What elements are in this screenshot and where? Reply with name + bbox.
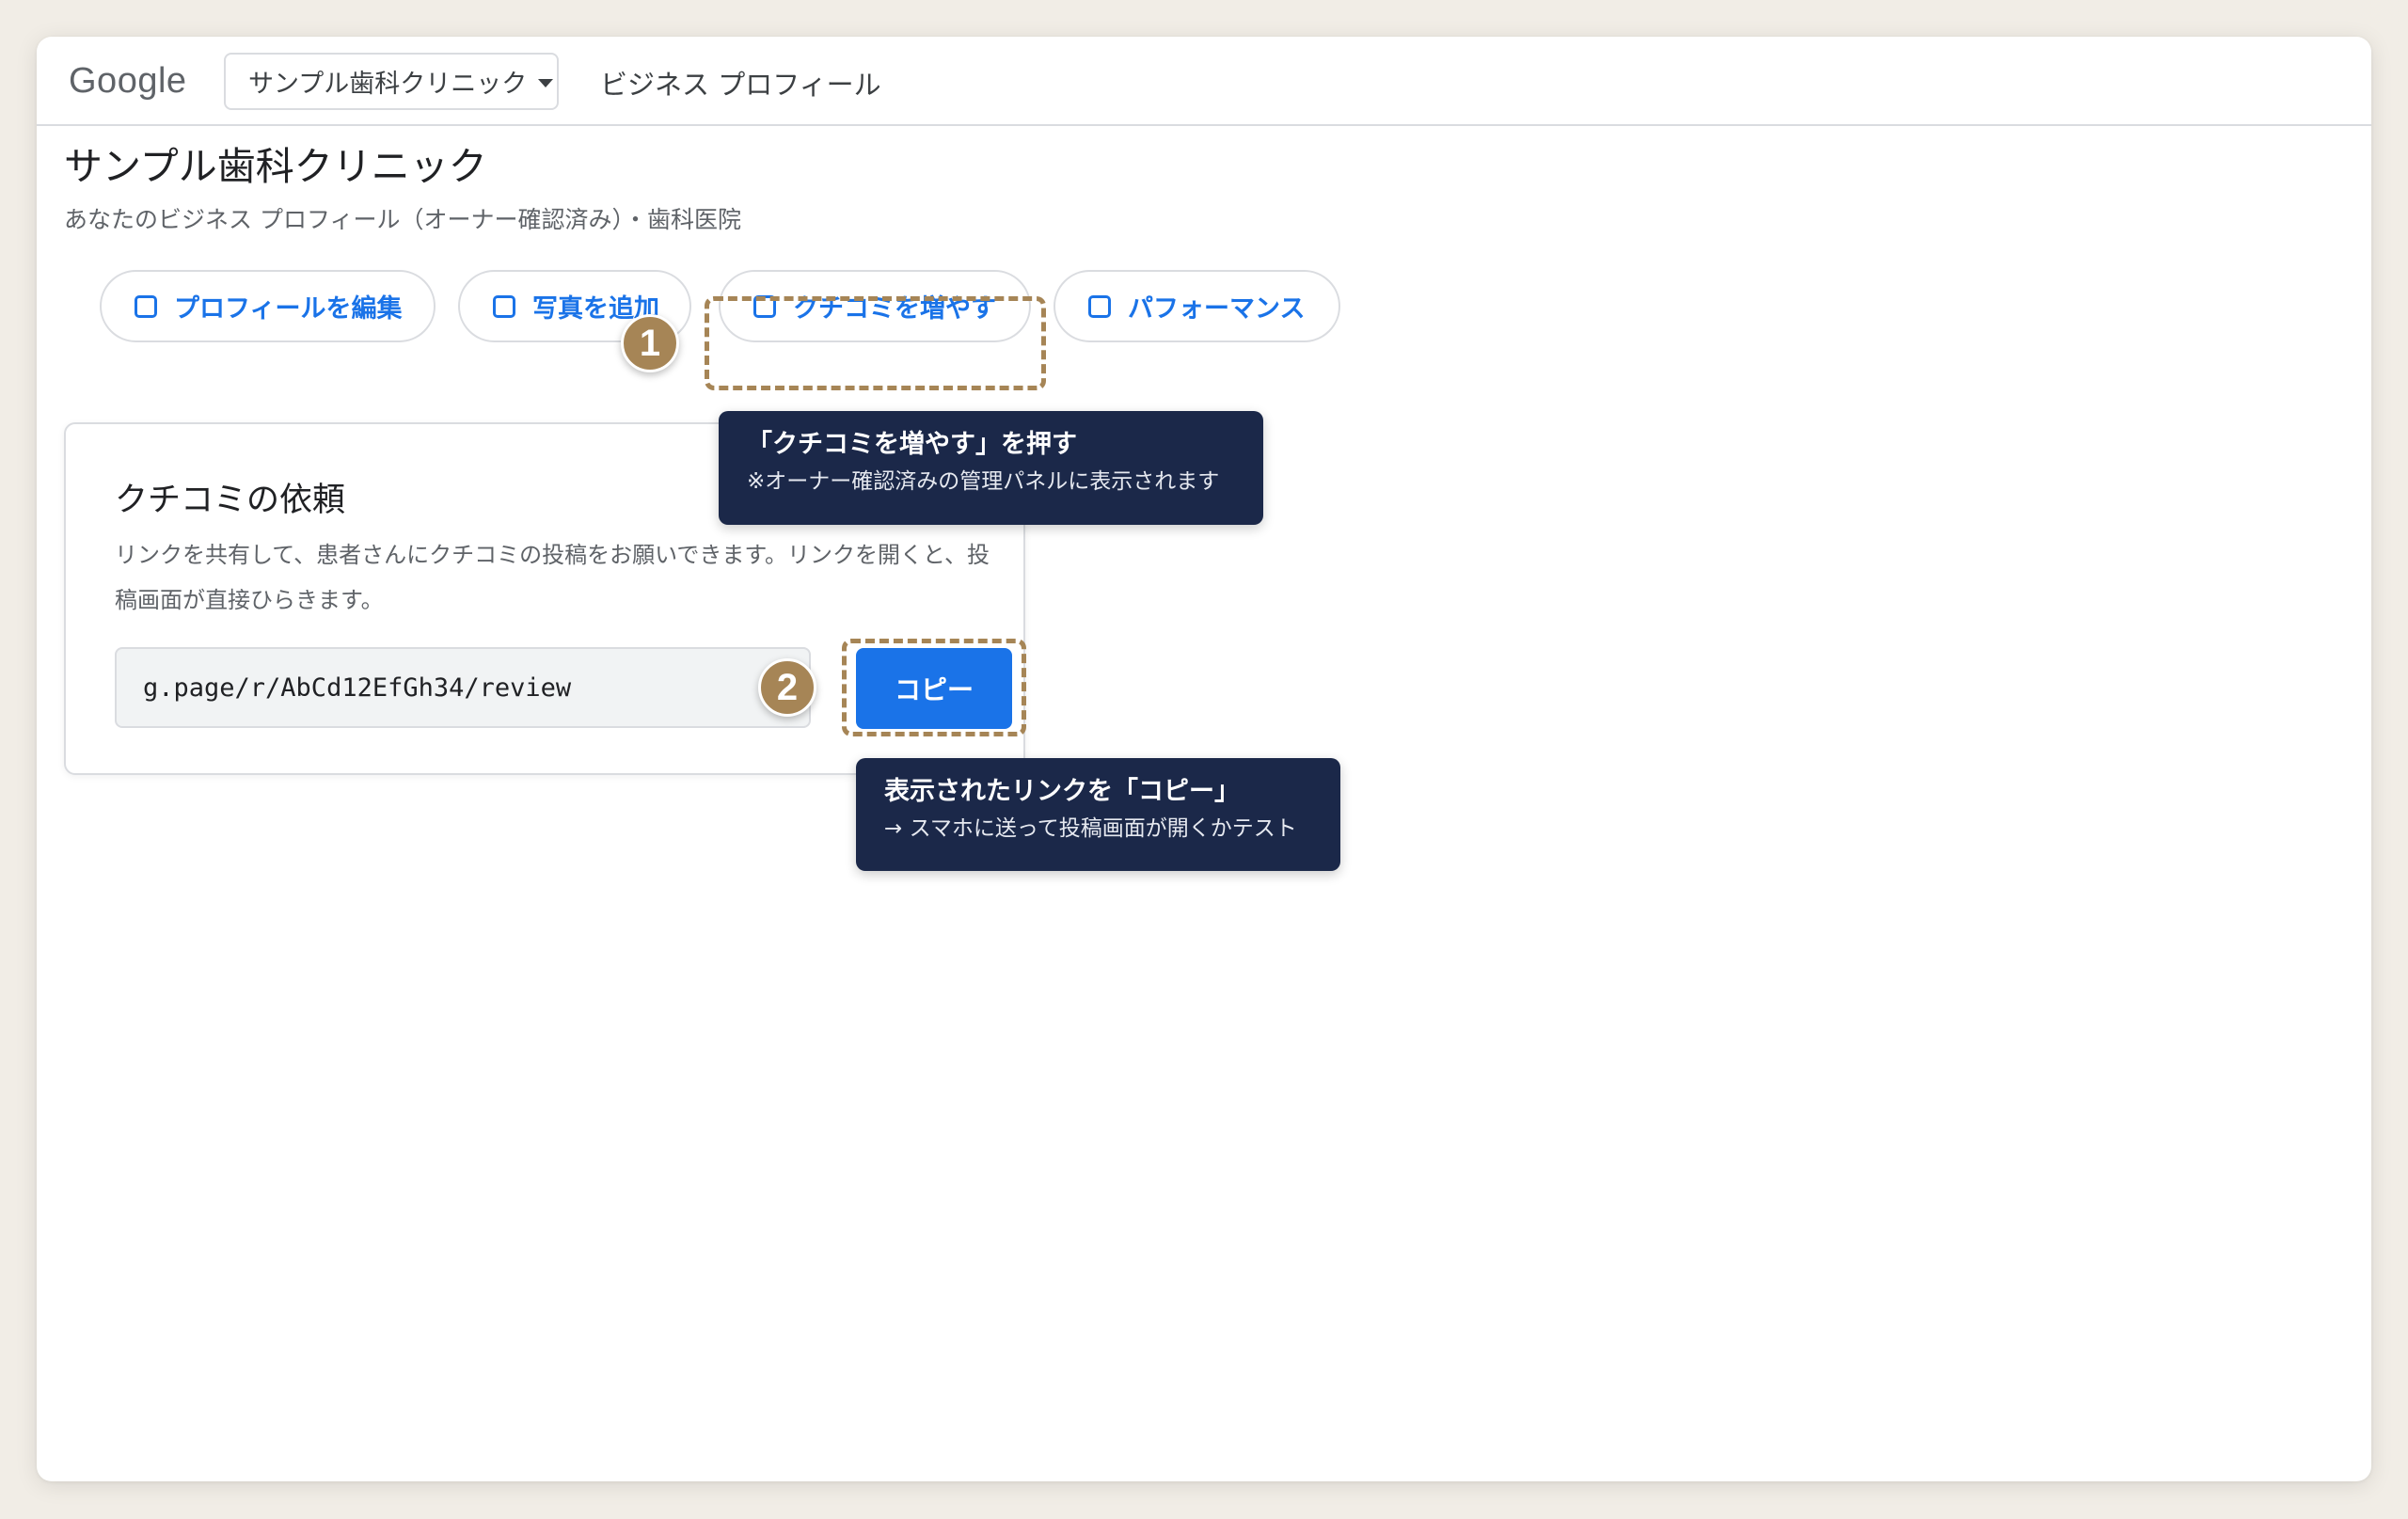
performance-label: パフォーマンス bbox=[1128, 294, 1306, 324]
google-logo: Google bbox=[69, 61, 187, 101]
get-reviews-label: クチコミを増やす bbox=[793, 294, 996, 324]
step-1-tooltip: 「クチコミを増やす」を押す ※オーナー確認済みの管理パネルに表示されます bbox=[719, 411, 1263, 525]
step-1-badge: 1 bbox=[621, 314, 679, 372]
square-outline-icon bbox=[753, 294, 776, 318]
product-name: ビジネス プロフィール bbox=[600, 69, 881, 101]
business-select-label: サンプル歯科クリニック bbox=[248, 70, 528, 99]
page-subtitle: あなたのビジネス プロフィール（オーナー確認済み）・歯科医院 bbox=[64, 206, 741, 233]
square-outline-icon bbox=[135, 294, 157, 318]
performance-button[interactable]: パフォーマンス bbox=[1054, 270, 1340, 342]
step-1-tooltip-title: 「クチコミを増やす」を押す bbox=[747, 430, 1077, 459]
page-title: サンプル歯科クリニック bbox=[64, 144, 487, 189]
step-2-tooltip-title: 表示されたリンクを「コピー」 bbox=[884, 777, 1240, 806]
copy-button[interactable]: コピー bbox=[856, 648, 1012, 729]
step-1-tooltip-subtitle: ※オーナー確認済みの管理パネルに表示されます bbox=[747, 469, 1220, 494]
edit-profile-button[interactable]: プロフィールを編集 bbox=[100, 270, 436, 342]
review-link-value: g.page/r/AbCd12EfGh34/review bbox=[143, 672, 572, 703]
review-link-field[interactable]: g.page/r/AbCd12EfGh34/review bbox=[115, 647, 811, 728]
chevron-down-icon bbox=[538, 79, 554, 87]
business-select-dropdown[interactable]: サンプル歯科クリニック bbox=[224, 53, 559, 110]
step-2-badge: 2 bbox=[758, 658, 816, 717]
get-reviews-button[interactable]: クチコミを増やす bbox=[719, 270, 1031, 342]
card-title: クチコミの依頼 bbox=[115, 482, 346, 519]
square-outline-icon bbox=[493, 294, 515, 318]
edit-profile-label: プロフィールを編集 bbox=[174, 294, 403, 324]
top-bar: Google サンプル歯科クリニック ビジネス プロフィール bbox=[37, 37, 2371, 126]
card-description: リンクを共有して、患者さんにクチコミの投稿をお願いできます。リンクを開くと、投稿… bbox=[115, 542, 990, 613]
step-2-tooltip: 表示されたリンクを「コピー」 → スマホに送って投稿画面が開くかテスト bbox=[856, 758, 1340, 871]
step-2-tooltip-subtitle: → スマホに送って投稿画面が開くかテスト bbox=[884, 816, 1297, 841]
square-outline-icon bbox=[1088, 294, 1111, 318]
